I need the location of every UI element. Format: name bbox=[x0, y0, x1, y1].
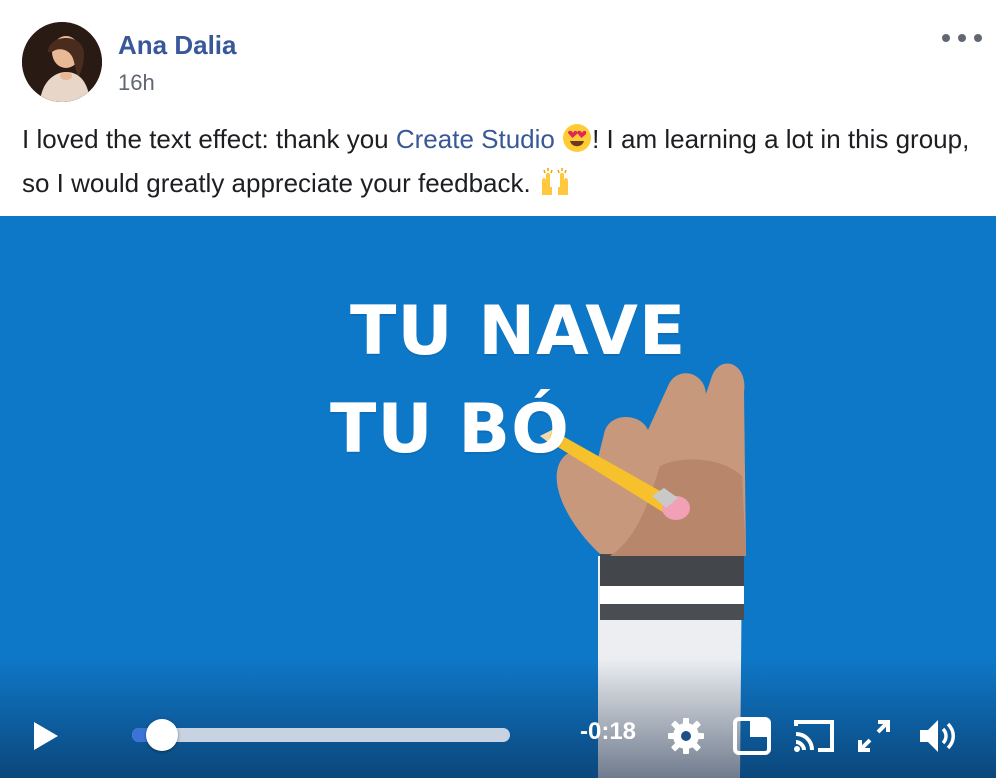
miniplayer-button[interactable] bbox=[730, 714, 774, 758]
avatar[interactable] bbox=[22, 22, 102, 102]
progress-knob[interactable] bbox=[146, 719, 179, 751]
facebook-post: Ana Dalia 16h I loved the text effect: t… bbox=[0, 0, 996, 778]
settings-button[interactable] bbox=[664, 714, 708, 758]
cast-button[interactable] bbox=[792, 714, 836, 758]
fullscreen-button[interactable] bbox=[852, 714, 896, 758]
video-player[interactable]: TU NAVE TU BÓ bbox=[0, 216, 996, 778]
time-remaining: -0:18 bbox=[580, 718, 637, 745]
dot bbox=[958, 34, 966, 42]
post-timestamp[interactable]: 16h bbox=[118, 70, 155, 96]
fullscreen-icon bbox=[858, 720, 890, 752]
more-options-icon[interactable] bbox=[942, 26, 982, 50]
raising-hands-emoji-icon bbox=[538, 167, 572, 208]
play-button[interactable] bbox=[28, 718, 64, 754]
video-controls: -0:18 bbox=[0, 700, 996, 770]
play-icon bbox=[34, 722, 58, 750]
miniplayer-icon bbox=[733, 717, 771, 755]
volume-icon bbox=[920, 720, 955, 752]
dot bbox=[942, 34, 950, 42]
dot bbox=[974, 34, 982, 42]
post-text: I loved the text effect: thank you Creat… bbox=[22, 120, 972, 208]
avatar-image bbox=[22, 22, 102, 102]
author-name[interactable]: Ana Dalia bbox=[118, 30, 237, 61]
video-overlay-line2: TU BÓ bbox=[330, 390, 570, 469]
heart-eyes-emoji-icon bbox=[562, 123, 592, 164]
progress-bar[interactable] bbox=[132, 719, 510, 751]
mention-link[interactable]: Create Studio bbox=[396, 124, 555, 154]
post-header: Ana Dalia 16h bbox=[0, 0, 996, 110]
cast-icon bbox=[794, 720, 834, 752]
gear-icon bbox=[668, 718, 704, 754]
post-text-part1: I loved the text effect: thank you bbox=[22, 124, 396, 154]
video-overlay-line1: TU NAVE bbox=[350, 292, 687, 371]
volume-button[interactable] bbox=[916, 714, 960, 758]
